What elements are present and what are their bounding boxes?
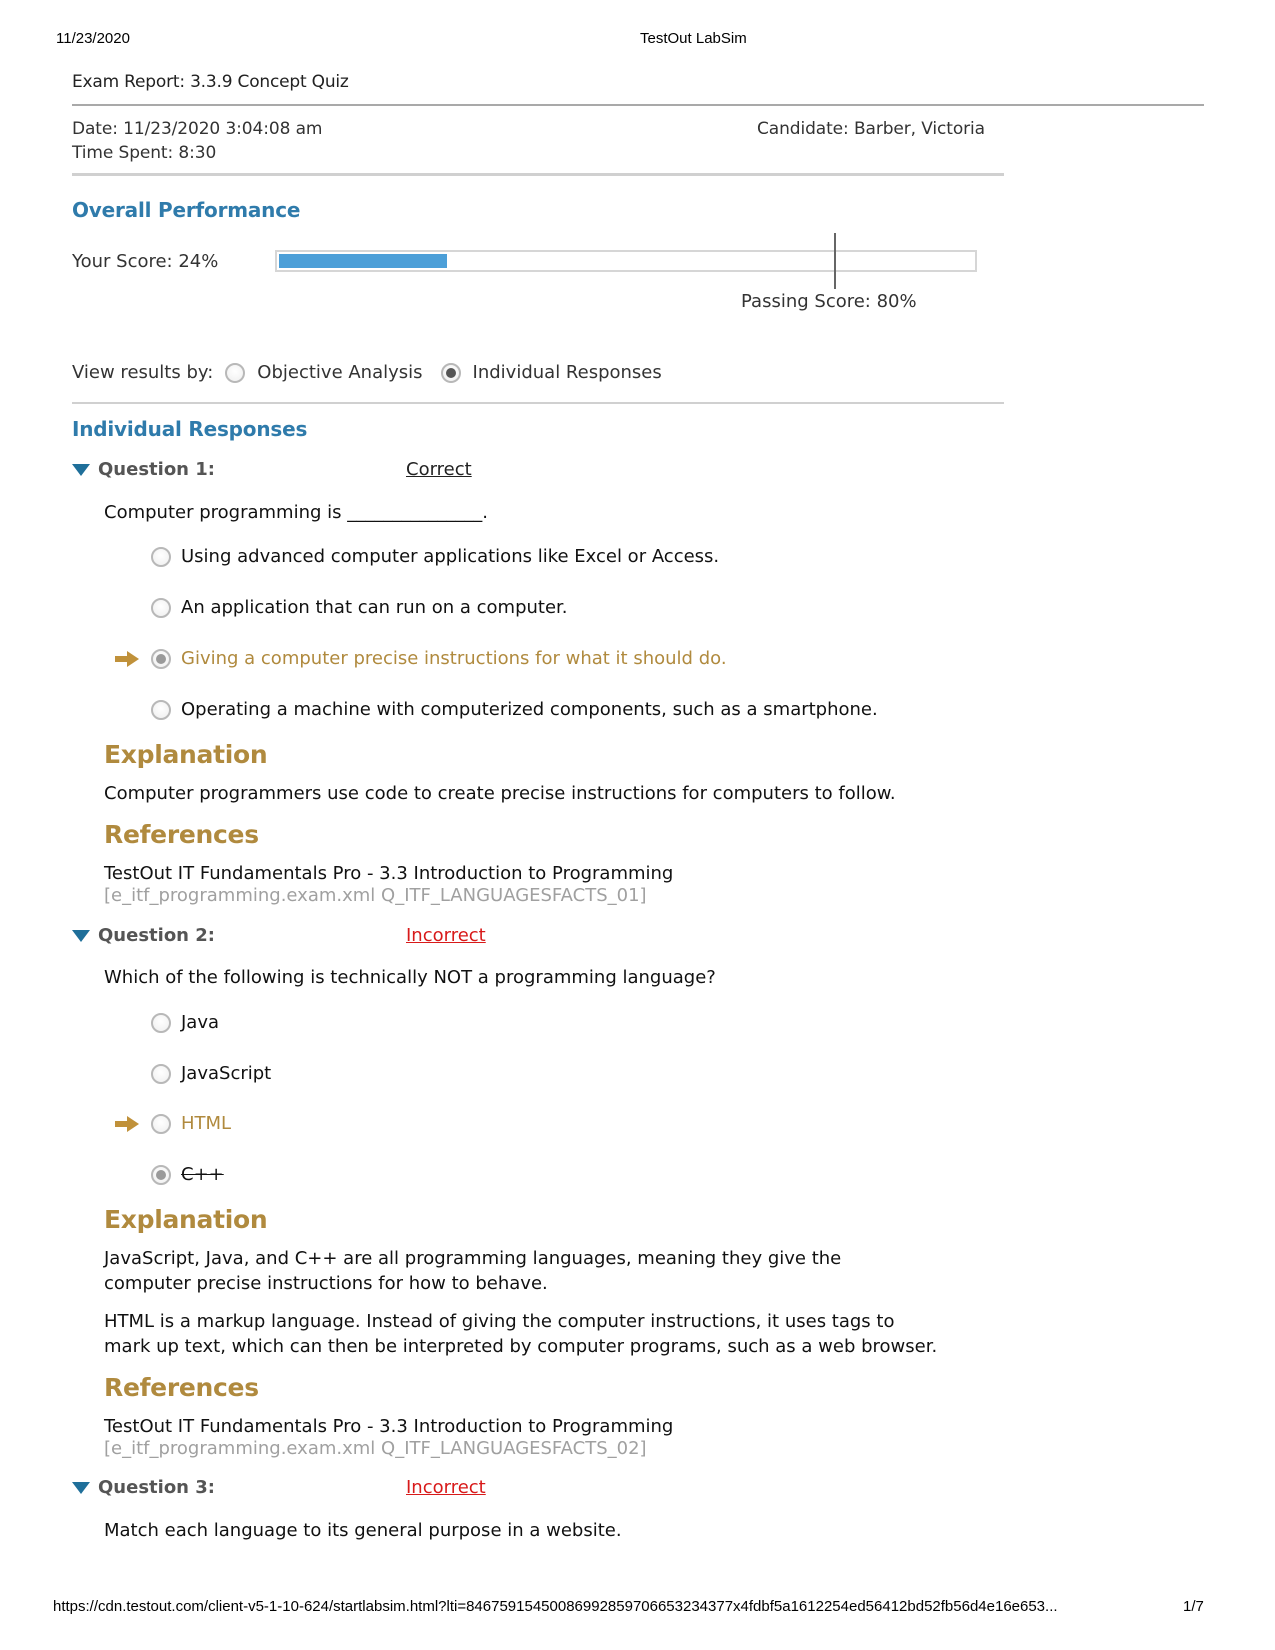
view-results-by: View results by: Objective Analysis Indi… [72, 362, 680, 383]
divider [72, 104, 1204, 106]
print-title: TestOut LabSim [640, 30, 747, 47]
question-2-header[interactable]: Question 2: Incorrect [72, 925, 492, 946]
overall-performance-heading: Overall Performance [72, 198, 301, 222]
answer-option: An application that can run on a compute… [151, 597, 568, 618]
references-heading: References [104, 820, 259, 849]
answer-option: JavaScript [151, 1063, 271, 1084]
passing-score-marker [834, 233, 837, 289]
individual-responses-heading: Individual Responses [72, 417, 308, 441]
question-text: Match each language to its general purpo… [104, 1520, 622, 1541]
explanation-text: HTML is a markup language. Instead of gi… [104, 1311, 938, 1357]
explanation-text: JavaScript, Java, and C++ are all progra… [104, 1248, 842, 1294]
question-status[interactable]: Incorrect [406, 1477, 486, 1498]
collapse-triangle-icon[interactable] [72, 929, 90, 942]
answer-radio [151, 699, 171, 720]
exam-date: Date: 11/23/2020 3:04:08 am [72, 119, 323, 139]
time-spent: Time Spent: 8:30 [72, 143, 217, 163]
report-title: Exam Report: 3.3.9 Concept Quiz [72, 72, 349, 92]
answer-option: Giving a computer precise instructions f… [115, 648, 727, 669]
answer-text: Java [181, 1012, 220, 1033]
answer-text: JavaScript [181, 1063, 272, 1084]
collapse-triangle-icon[interactable] [72, 1481, 90, 1494]
print-url: https://cdn.testout.com/client-v5-1-10-6… [53, 1598, 1058, 1615]
answer-option: C++ [151, 1164, 224, 1185]
correct-answer-arrow-icon [115, 651, 139, 667]
view-results-label: View results by: [72, 362, 214, 383]
your-score-label: Your Score: 24% [72, 251, 219, 272]
score-progress-fill [279, 254, 447, 268]
passing-score-label: Passing Score: 80% [741, 291, 917, 312]
answer-radio [151, 546, 171, 567]
answer-option: Operating a machine with computerized co… [151, 699, 878, 720]
question-text: Computer programming is _______________. [104, 502, 488, 523]
print-date: 11/23/2020 [56, 30, 130, 47]
divider [72, 402, 1004, 404]
objective-analysis-label[interactable]: Objective Analysis [257, 362, 422, 383]
question-label: Question 1: [98, 459, 215, 480]
reference-id: [e_itf_programming.exam.xml Q_ITF_LANGUA… [104, 885, 647, 906]
answer-option: Java [151, 1012, 219, 1033]
answer-radio [151, 648, 171, 669]
reference-text: TestOut IT Fundamentals Pro - 3.3 Introd… [104, 863, 674, 884]
answer-option: Using advanced computer applications lik… [151, 546, 719, 567]
correct-answer-arrow-icon [115, 1116, 139, 1132]
answer-text: Operating a machine with computerized co… [181, 699, 878, 720]
answer-text: Giving a computer precise instructions f… [181, 648, 727, 669]
answer-radio [151, 1012, 171, 1033]
individual-responses-radio[interactable] [440, 362, 461, 383]
question-status[interactable]: Incorrect [406, 925, 486, 946]
question-status[interactable]: Correct [406, 459, 472, 480]
answer-text: HTML [181, 1113, 232, 1134]
question-3-header[interactable]: Question 3: Incorrect [72, 1477, 492, 1498]
collapse-triangle-icon[interactable] [72, 463, 90, 476]
explanation-heading: Explanation [104, 740, 268, 769]
answer-radio [151, 1164, 171, 1185]
question-1-header[interactable]: Question 1: Correct [72, 459, 472, 480]
score-progress-bar [275, 250, 977, 272]
answer-text: An application that can run on a compute… [181, 597, 568, 618]
explanation-text: Computer programmers use code to create … [104, 783, 896, 804]
answer-option: HTML [115, 1113, 232, 1134]
explanation-heading: Explanation [104, 1205, 268, 1234]
candidate-name: Candidate: Barber, Victoria [757, 119, 985, 139]
answer-text: C++ [181, 1164, 224, 1185]
question-text: Which of the following is technically NO… [104, 967, 716, 988]
question-label: Question 2: [98, 925, 215, 946]
objective-analysis-radio[interactable] [225, 362, 246, 383]
reference-id: [e_itf_programming.exam.xml Q_ITF_LANGUA… [104, 1438, 647, 1459]
answer-radio [151, 1113, 171, 1134]
page-number: 1/7 [1183, 1598, 1204, 1615]
question-label: Question 3: [98, 1477, 215, 1498]
answer-radio [151, 597, 171, 618]
references-heading: References [104, 1373, 259, 1402]
individual-responses-label[interactable]: Individual Responses [473, 362, 662, 383]
reference-text: TestOut IT Fundamentals Pro - 3.3 Introd… [104, 1416, 674, 1437]
answer-text: Using advanced computer applications lik… [181, 546, 720, 567]
divider [72, 173, 1004, 176]
answer-radio [151, 1063, 171, 1084]
